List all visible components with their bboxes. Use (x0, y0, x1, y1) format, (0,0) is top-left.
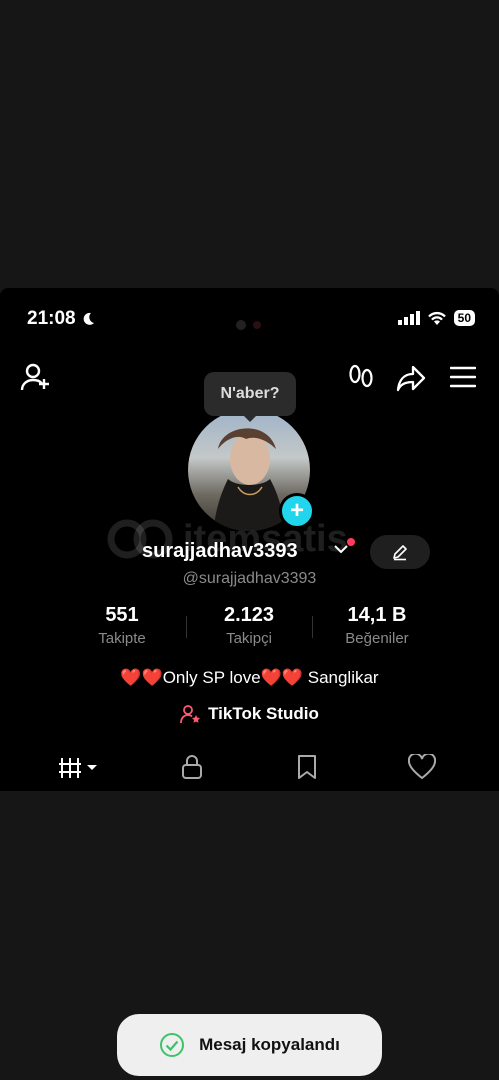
footprints-icon[interactable] (347, 364, 375, 392)
studio-icon (180, 705, 201, 724)
wifi-icon (427, 311, 446, 325)
tiktok-studio-link[interactable]: TikTok Studio (0, 704, 499, 724)
battery-indicator: 50 (453, 310, 475, 326)
tooltip-tail (242, 414, 258, 422)
tab-saved[interactable] (296, 754, 318, 785)
stat-divider (186, 616, 187, 638)
stat-followers-label: Takipçi (226, 630, 272, 647)
chevron-down-icon[interactable] (334, 544, 348, 554)
bookmark-icon (298, 755, 316, 779)
edit-profile-button[interactable] (370, 535, 430, 569)
stat-followers[interactable]: 2.123 Takipçi (189, 604, 309, 647)
profile-tabs (0, 748, 499, 788)
add-friend-icon[interactable] (20, 362, 52, 392)
tab-liked[interactable] (407, 752, 437, 785)
heart-icon (407, 752, 437, 780)
tab-videos[interactable] (58, 756, 100, 785)
stat-followers-value: 2.123 (223, 604, 275, 626)
username-row: surajjadhav3393 (0, 535, 499, 569)
share-icon[interactable] (396, 364, 426, 392)
tab-private[interactable] (180, 754, 204, 785)
lock-icon (182, 755, 202, 779)
studio-label: TikTok Studio (208, 704, 319, 723)
username[interactable]: surajjadhav3393 (142, 540, 298, 563)
stat-likes[interactable]: 14,1 B Beğeniler (317, 604, 437, 647)
stat-likes-value: 14,1 B (347, 604, 407, 626)
edit-icon (393, 545, 407, 561)
stat-divider (312, 616, 313, 638)
bio-text: ❤️❤️Only SP love❤️❤️ Sanglikar (120, 668, 379, 687)
grid-icon (59, 758, 97, 778)
add-story-button[interactable]: + (279, 493, 315, 529)
status-icons: 50 (397, 310, 475, 326)
camera-dot (236, 320, 246, 330)
camera-indicator (253, 321, 261, 329)
stat-following[interactable]: 551 Takipte (62, 604, 182, 647)
stat-likes-label: Beğeniler (345, 630, 409, 647)
stat-following-value: 551 (105, 604, 139, 626)
toast-text: Mesaj kopyalandı (199, 1035, 340, 1054)
menu-icon[interactable] (450, 366, 476, 388)
user-handle: @surajjadhav3393 (182, 570, 317, 587)
stats-row: 551 Takipte 2.123 Takipçi 14,1 B Beğenil… (0, 604, 499, 654)
moon-icon (83, 312, 94, 325)
phone-screen: 21:08 50 + N'aber? itemsatis surajjadhav… (0, 288, 499, 791)
copied-toast: Mesaj kopyalandı (117, 1014, 382, 1076)
check-icon (160, 1033, 185, 1057)
note-tooltip[interactable]: N'aber? (204, 372, 296, 416)
status-time: 21:08 (27, 308, 96, 330)
time-text: 21:08 (27, 308, 76, 329)
signal-icon (397, 311, 420, 325)
notification-dot (347, 538, 355, 546)
stat-following-label: Takipte (98, 630, 146, 647)
